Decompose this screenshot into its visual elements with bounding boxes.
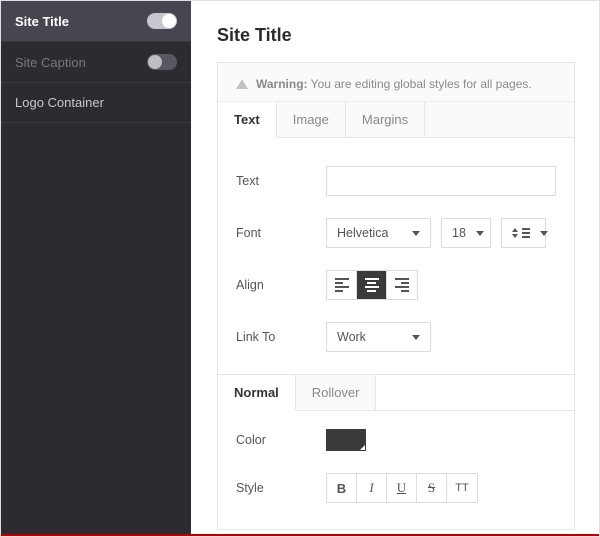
tab-rollover[interactable]: Rollover [296, 375, 377, 410]
align-label: Align [236, 278, 326, 292]
italic-button[interactable]: I [357, 474, 387, 502]
font-label: Font [236, 226, 326, 240]
page-title: Site Title [217, 25, 575, 46]
style-group: B I U S TT [326, 473, 478, 503]
align-right-icon [395, 278, 409, 292]
state-tabs: Normal Rollover [218, 374, 574, 411]
font-family-value: Helvetica [337, 226, 388, 240]
toggle-site-title[interactable] [147, 13, 177, 29]
sidebar-item-site-title[interactable]: Site Title [1, 1, 191, 42]
settings-panel: Warning: You are editing global styles f… [217, 62, 575, 530]
line-height-select[interactable] [501, 218, 546, 248]
main-panel: Site Title Warning: You are editing glob… [191, 1, 599, 536]
align-center-icon [365, 278, 379, 292]
align-group [326, 270, 418, 300]
font-family-select[interactable]: Helvetica [326, 218, 431, 248]
sidebar-item-label: Logo Container [15, 95, 104, 110]
style-label: Style [236, 481, 326, 495]
form-area: Text Font Helvetica 18 [218, 138, 574, 529]
line-height-icon [512, 228, 530, 238]
tab-normal[interactable]: Normal [218, 375, 296, 411]
warning-label: Warning: [256, 77, 308, 91]
linkto-label: Link To [236, 330, 326, 344]
color-swatch[interactable] [326, 429, 366, 451]
font-size-select[interactable]: 18 [441, 218, 491, 248]
sidebar-item-label: Site Caption [15, 55, 86, 70]
align-left-button[interactable] [327, 271, 357, 299]
tab-text[interactable]: Text [218, 102, 277, 138]
toggle-site-caption[interactable] [147, 54, 177, 70]
sidebar-item-logo-container[interactable]: Logo Container [1, 83, 191, 123]
linkto-select[interactable]: Work [326, 322, 431, 352]
underline-button[interactable]: U [387, 474, 417, 502]
chevron-down-icon [476, 231, 484, 236]
chevron-down-icon [412, 335, 420, 340]
sidebar: Site Title Site Caption Logo Container [1, 1, 191, 536]
align-center-button[interactable] [357, 271, 387, 299]
strike-button[interactable]: S [417, 474, 447, 502]
tabs: Text Image Margins [218, 102, 574, 138]
align-right-button[interactable] [387, 271, 417, 299]
warning-text: You are editing global styles for all pa… [311, 77, 532, 91]
sidebar-item-label: Site Title [15, 14, 69, 29]
warning-banner: Warning: You are editing global styles f… [218, 63, 574, 102]
chevron-down-icon [412, 231, 420, 236]
sidebar-item-site-caption[interactable]: Site Caption [1, 42, 191, 83]
tab-margins[interactable]: Margins [346, 102, 425, 137]
font-size-value: 18 [452, 226, 466, 240]
color-label: Color [236, 433, 326, 447]
chevron-down-icon [540, 231, 548, 236]
warning-icon [236, 79, 248, 89]
text-label: Text [236, 174, 326, 188]
linkto-value: Work [337, 330, 366, 344]
caps-button[interactable]: TT [447, 474, 477, 502]
align-left-icon [335, 278, 349, 292]
app-root: Site Title Site Caption Logo Container S… [0, 0, 600, 537]
bold-button[interactable]: B [327, 474, 357, 502]
text-input[interactable] [326, 166, 556, 196]
tab-image[interactable]: Image [277, 102, 346, 137]
